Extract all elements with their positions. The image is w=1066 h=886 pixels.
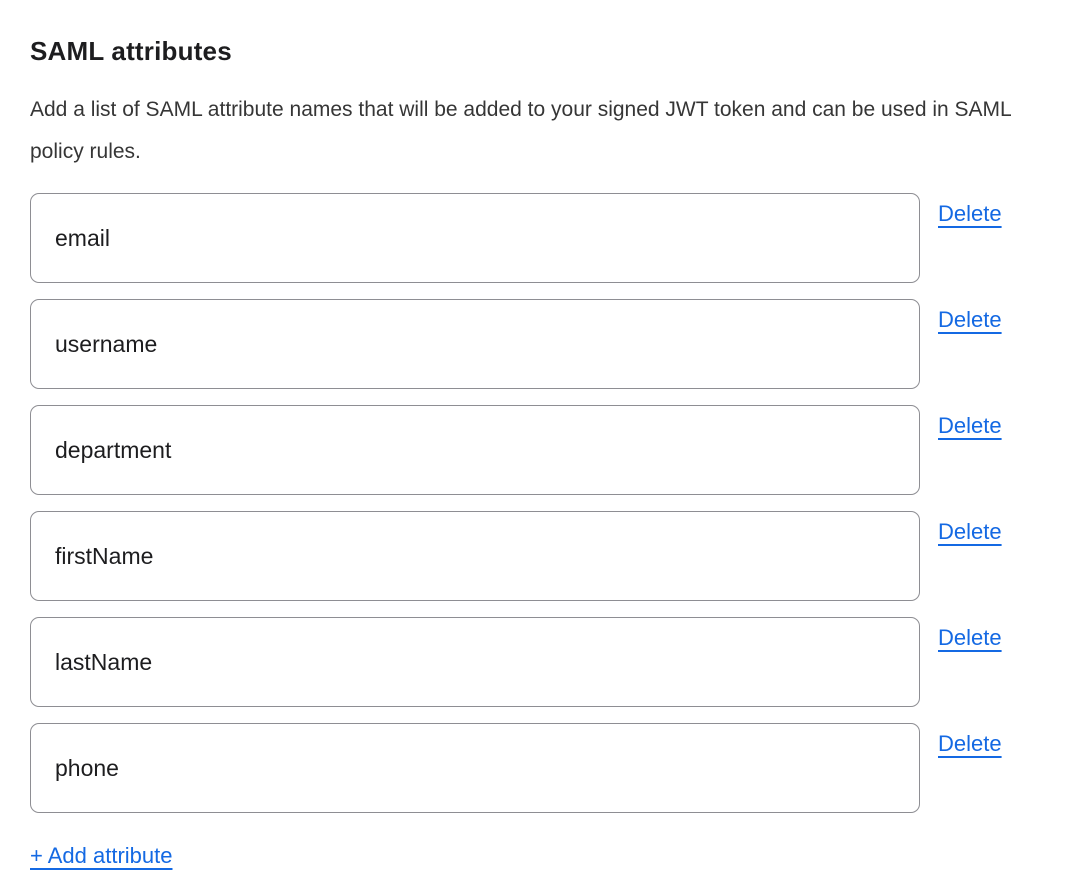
delete-attribute-link[interactable]: Delete <box>938 731 1002 757</box>
attribute-input-email[interactable] <box>30 193 920 283</box>
attribute-input-username[interactable] <box>30 299 920 389</box>
attribute-input-department[interactable] <box>30 405 920 495</box>
delete-attribute-link[interactable]: Delete <box>938 413 1002 439</box>
attribute-row: Delete <box>30 511 1036 601</box>
attribute-row: Delete <box>30 723 1036 813</box>
delete-attribute-link[interactable]: Delete <box>938 519 1002 545</box>
attribute-row: Delete <box>30 193 1036 283</box>
delete-attribute-link[interactable]: Delete <box>938 201 1002 227</box>
attribute-input-phone[interactable] <box>30 723 920 813</box>
delete-attribute-link[interactable]: Delete <box>938 307 1002 333</box>
saml-attributes-section: SAML attributes Add a list of SAML attri… <box>0 0 1066 869</box>
attribute-row: Delete <box>30 405 1036 495</box>
attribute-input-lastname[interactable] <box>30 617 920 707</box>
section-description: Add a list of SAML attribute names that … <box>30 89 1030 173</box>
attribute-row: Delete <box>30 299 1036 389</box>
delete-attribute-link[interactable]: Delete <box>938 625 1002 651</box>
add-attribute-link[interactable]: + Add attribute <box>30 843 173 869</box>
attribute-row: Delete <box>30 617 1036 707</box>
attribute-list: Delete Delete Delete Delete Delete Delet… <box>30 193 1036 813</box>
page-title: SAML attributes <box>30 36 1036 67</box>
attribute-input-firstname[interactable] <box>30 511 920 601</box>
